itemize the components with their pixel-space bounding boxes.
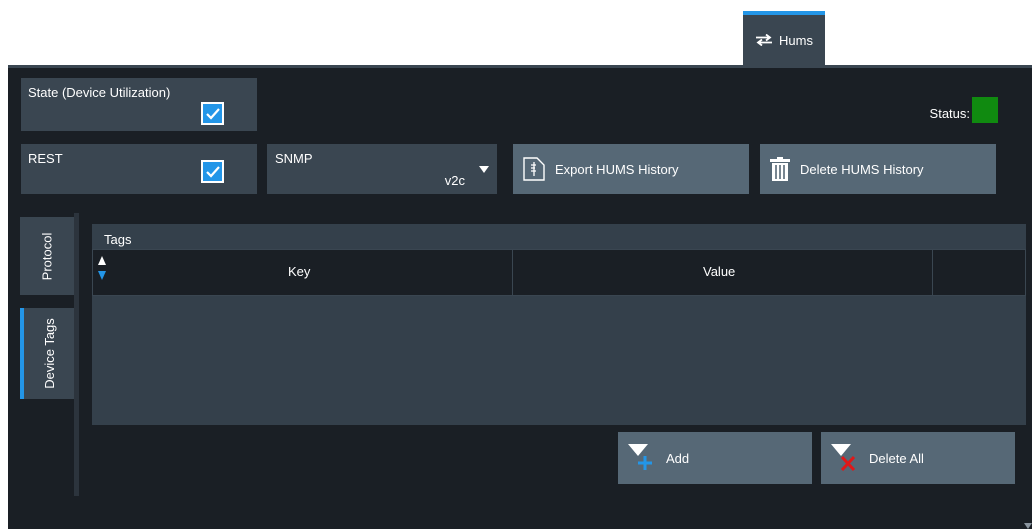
state-label: State (Device Utilization) [28,85,171,100]
checkmark-icon [205,107,220,120]
trash-icon [770,157,790,181]
rest-cell[interactable]: REST [21,144,257,194]
dropdown-arrow-icon[interactable] [471,144,497,194]
tags-body[interactable] [92,296,1026,425]
state-checkbox[interactable] [201,102,224,125]
rest-checkbox[interactable] [201,160,224,183]
snmp-label: SNMP [275,151,313,166]
tags-title: Tags [104,232,132,247]
tab-hums[interactable]: Hums [743,11,825,65]
add-filter-icon [628,444,652,470]
delete-history-button-label: Delete HUMS History [800,161,924,177]
column-header-value[interactable]: Value [513,250,933,295]
status-label: Status: [929,106,970,121]
sort-down-icon [98,271,106,280]
tab-protocol[interactable]: Protocol [20,217,74,295]
swap-arrows-icon [756,34,773,46]
tab-device-tags[interactable]: Device Tags [20,308,74,399]
rest-label: REST [28,151,63,166]
delete-hums-history-button[interactable]: Delete HUMS History [760,144,996,194]
column-header-key[interactable]: Key [93,250,513,295]
add-button-label: Add [666,450,690,466]
sort-arrows[interactable] [98,256,106,280]
tab-device-tags-label: Device Tags [41,318,57,389]
tags-header-row: Key Value [92,249,1026,296]
snmp-dropdown[interactable]: SNMP v2c [267,144,497,194]
export-file-icon [523,157,545,181]
side-tabs-rail [74,213,79,496]
state-cell[interactable]: State (Device Utilization) [21,78,257,131]
tags-table: Tags Key Value [92,224,1026,425]
delete-all-button-label: Delete All [869,450,924,466]
export-button-label: Export HUMS History [555,161,679,177]
export-hums-history-button[interactable]: Export HUMS History [513,144,749,194]
snmp-value: v2c [444,173,465,188]
checkmark-icon [205,165,220,178]
hums-panel: State (Device Utilization) Status: REST … [8,65,1032,529]
add-tag-button[interactable]: Add [618,432,812,484]
column-key-label: Key [288,264,311,279]
status-indicator [972,97,998,123]
sort-up-icon [98,256,106,265]
tab-protocol-label: Protocol [39,232,55,280]
resize-corner-icon [1024,523,1032,529]
delete-all-button[interactable]: Delete All [821,432,1015,484]
column-value-label: Value [703,264,736,279]
tab-hums-label: Hums [779,32,813,48]
delete-filter-icon [831,444,856,472]
